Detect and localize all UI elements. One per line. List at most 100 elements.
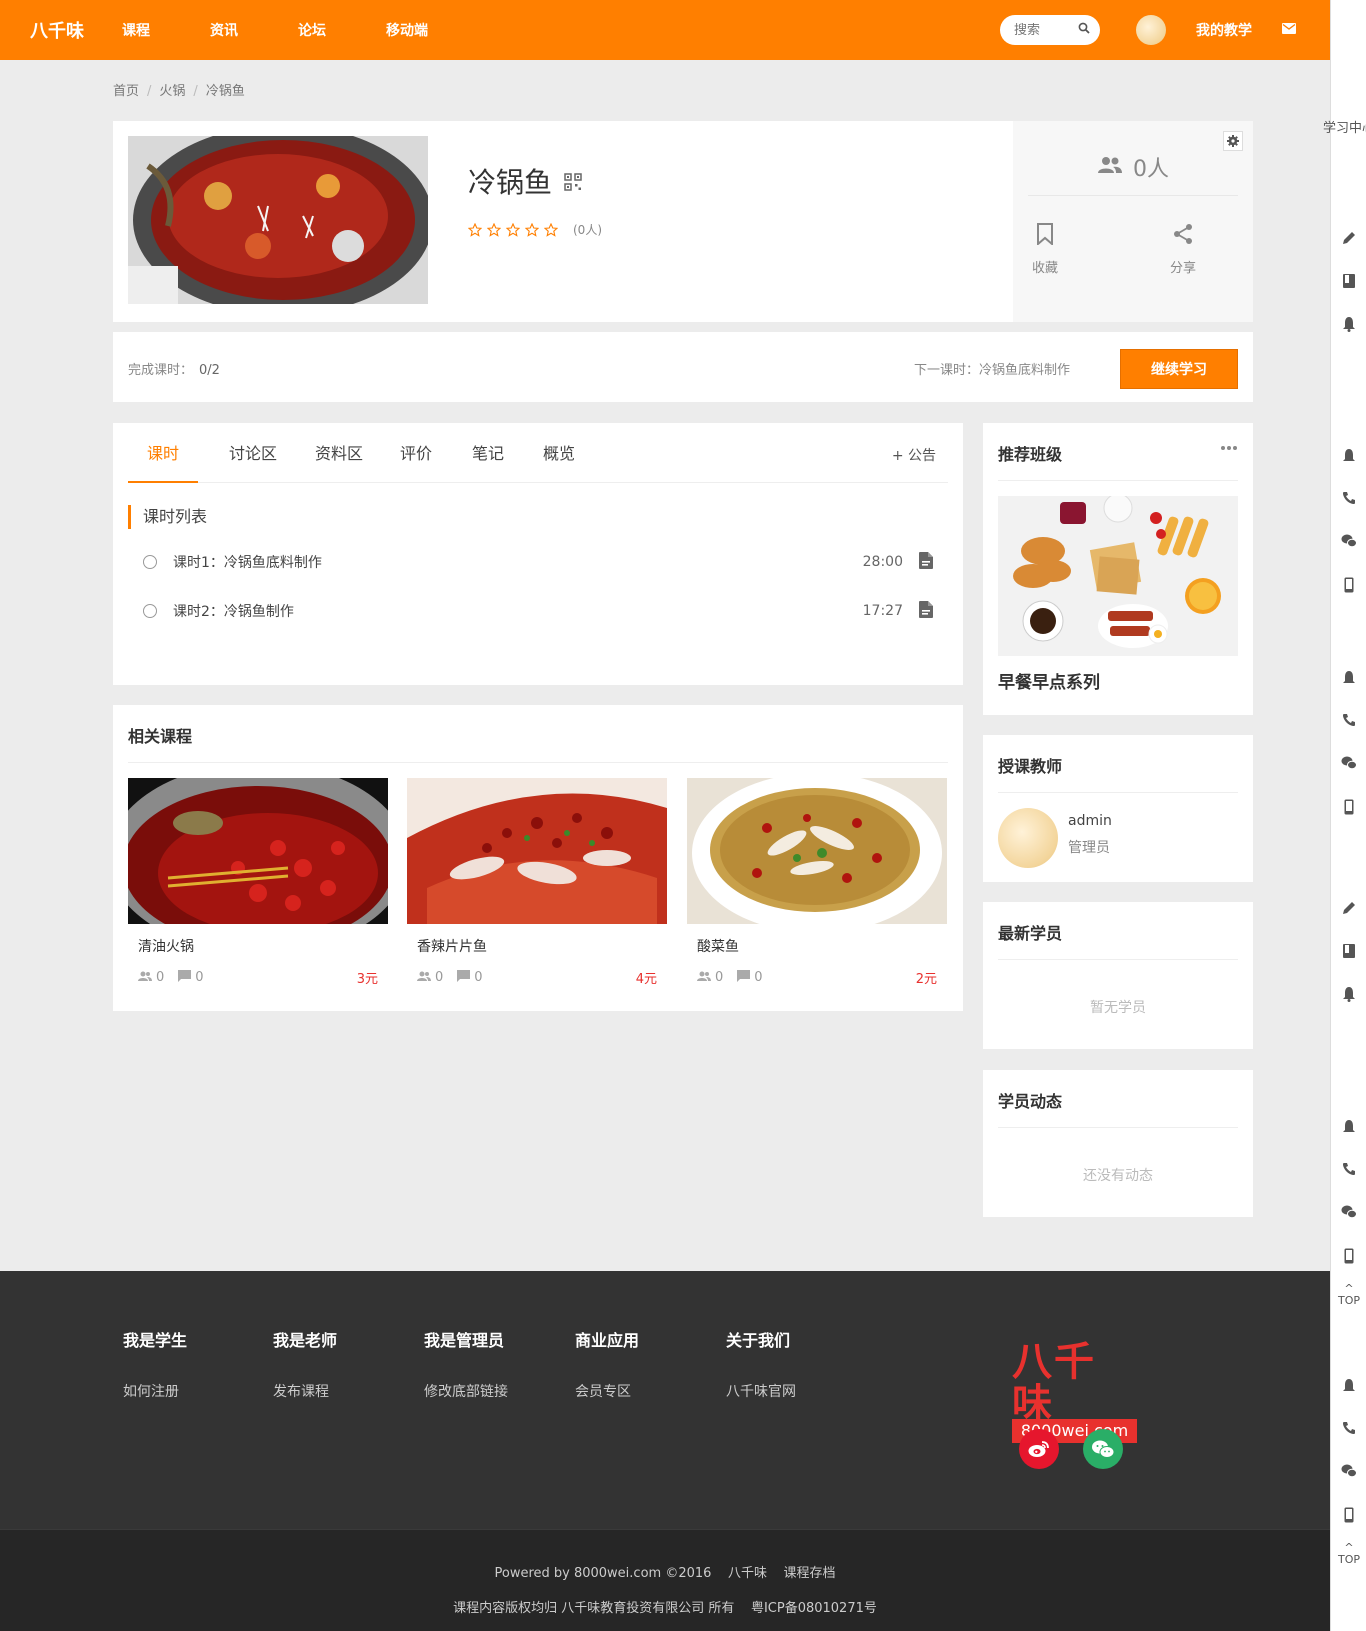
teacher-avatar[interactable] bbox=[998, 808, 1058, 868]
footer-link[interactable]: 会员专区 bbox=[575, 1381, 639, 1401]
lesson-item[interactable]: 课时1：冷锅鱼底料制作 28:00 bbox=[143, 550, 933, 574]
next-lesson[interactable]: 下一课时：冷锅鱼底料制作 bbox=[914, 359, 1070, 378]
tab-lessons[interactable]: 课时 bbox=[128, 423, 198, 483]
teacher-name[interactable]: admin bbox=[1068, 813, 1112, 829]
my-teaching-link[interactable]: 我的教学 bbox=[1196, 20, 1252, 40]
phone-icon[interactable] bbox=[1331, 1421, 1366, 1435]
course-thumbnail[interactable] bbox=[128, 778, 388, 924]
footer-link[interactable]: 如何注册 bbox=[123, 1381, 187, 1401]
star-icon bbox=[468, 222, 482, 237]
gear-icon[interactable] bbox=[1223, 131, 1243, 151]
favorite-button[interactable]: 收藏 bbox=[1015, 223, 1075, 276]
bell-icon[interactable] bbox=[1331, 316, 1366, 332]
course-price: 2元 bbox=[915, 972, 937, 987]
breadcrumb-current: 冷锅鱼 bbox=[205, 84, 245, 99]
mobile-icon[interactable] bbox=[1331, 1248, 1366, 1264]
footer-column-heading: 我是学生 bbox=[123, 1331, 188, 1350]
top-label: TOP bbox=[1337, 1553, 1360, 1566]
footer-link[interactable]: 八千味官网 bbox=[726, 1381, 796, 1401]
qq-icon[interactable] bbox=[1331, 1378, 1366, 1394]
tab-discussion[interactable]: 讨论区 bbox=[218, 423, 288, 483]
mail-icon[interactable] bbox=[1282, 22, 1296, 38]
completed-value: 0/2 bbox=[199, 363, 220, 378]
footer-link[interactable]: 修改底部链接 bbox=[424, 1381, 508, 1401]
lesson-item[interactable]: 课时2：冷锅鱼制作 17:27 bbox=[143, 599, 933, 623]
nav-forum[interactable]: 论坛 bbox=[298, 20, 326, 40]
tab-notes[interactable]: 笔记 bbox=[463, 423, 513, 483]
comment-icon bbox=[737, 969, 751, 986]
qq-icon[interactable] bbox=[1331, 448, 1366, 464]
course-cover-image bbox=[128, 136, 428, 304]
class-name[interactable]: 早餐早点系列 bbox=[998, 668, 1100, 693]
footer-link[interactable]: 发布课程 bbox=[273, 1381, 337, 1401]
bell-icon[interactable] bbox=[1331, 986, 1366, 1002]
related-course-card[interactable]: 酸菜鱼 0 0 2元 bbox=[687, 778, 947, 987]
nav-courses[interactable]: 课程 bbox=[122, 20, 150, 40]
icp-number[interactable]: 粤ICP备08010271号 bbox=[751, 1601, 877, 1616]
student-count-value: 0人 bbox=[1133, 157, 1169, 182]
phone-icon[interactable] bbox=[1331, 713, 1366, 727]
lesson-title[interactable]: 课时1：冷锅鱼底料制作 bbox=[173, 552, 322, 572]
course-thumbnail[interactable] bbox=[687, 778, 947, 924]
back-to-top-button[interactable]: ^ TOP bbox=[1331, 1542, 1366, 1566]
wechat-icon[interactable] bbox=[1331, 1464, 1366, 1478]
footer-column: 我是学生 如何注册 bbox=[123, 1327, 187, 1401]
share-button[interactable]: 分享 bbox=[1153, 223, 1213, 276]
user-avatar[interactable] bbox=[1136, 15, 1166, 45]
completed-label: 完成课时： bbox=[128, 363, 194, 378]
related-course-card[interactable]: 清油火锅 0 0 3元 bbox=[128, 778, 388, 987]
document-icon bbox=[919, 600, 933, 622]
phone-icon[interactable] bbox=[1331, 491, 1366, 505]
course-name[interactable]: 清油火锅 bbox=[138, 936, 388, 956]
breadcrumb-home[interactable]: 首页 bbox=[113, 84, 139, 99]
course-thumbnail[interactable] bbox=[407, 778, 667, 924]
qq-icon[interactable] bbox=[1331, 670, 1366, 686]
weibo-icon[interactable] bbox=[1019, 1429, 1059, 1469]
mobile-icon[interactable] bbox=[1331, 799, 1366, 815]
mobile-icon[interactable] bbox=[1331, 1507, 1366, 1523]
wechat-icon[interactable] bbox=[1331, 1205, 1366, 1219]
study-center-char: 心 bbox=[1362, 118, 1366, 139]
book-icon[interactable] bbox=[1331, 273, 1366, 289]
new-students-heading: 最新学员 bbox=[998, 924, 1063, 943]
nav-mobile[interactable]: 移动端 bbox=[386, 20, 428, 40]
comment-count: 0 bbox=[195, 970, 204, 985]
add-notice-button[interactable]: + 公告 bbox=[892, 445, 936, 465]
course-title: 冷锅鱼 bbox=[468, 166, 553, 199]
no-students-text: 暂无学员 bbox=[1090, 1000, 1146, 1016]
wechat-icon[interactable] bbox=[1331, 756, 1366, 770]
wechat-icon[interactable] bbox=[1083, 1429, 1123, 1469]
continue-learning-button[interactable]: 继续学习 bbox=[1120, 349, 1238, 389]
course-name[interactable]: 酸菜鱼 bbox=[697, 936, 947, 956]
course-archive-link[interactable]: 课程存档 bbox=[783, 1566, 835, 1581]
back-to-top-button[interactable]: ^ TOP bbox=[1331, 1283, 1366, 1307]
nav-news[interactable]: 资讯 bbox=[210, 20, 238, 40]
class-cover-image[interactable] bbox=[998, 496, 1238, 656]
more-icon[interactable] bbox=[1220, 439, 1238, 455]
powered-by: Powered by 8000wei.com ©2016 bbox=[494, 1566, 712, 1581]
book-icon[interactable] bbox=[1331, 943, 1366, 959]
tab-materials[interactable]: 资料区 bbox=[304, 423, 374, 483]
breadcrumb-category[interactable]: 火锅 bbox=[159, 84, 185, 99]
search-icon[interactable] bbox=[1078, 22, 1090, 38]
wechat-icon[interactable] bbox=[1331, 534, 1366, 548]
site-logo[interactable]: 八千味 bbox=[30, 17, 122, 43]
qq-icon[interactable] bbox=[1331, 1119, 1366, 1135]
search-input[interactable] bbox=[1014, 22, 1074, 38]
course-name[interactable]: 香辣片片鱼 bbox=[417, 936, 667, 956]
lesson-title[interactable]: 课时2：冷锅鱼制作 bbox=[173, 601, 294, 621]
phone-icon[interactable] bbox=[1331, 1162, 1366, 1176]
footer-brand-link[interactable]: 八千味 bbox=[728, 1566, 767, 1581]
study-center-link[interactable]: 学 习 中 心 bbox=[1323, 118, 1366, 139]
tab-overview[interactable]: 概览 bbox=[534, 423, 584, 483]
users-icon bbox=[1097, 155, 1133, 180]
tab-reviews[interactable]: 评价 bbox=[391, 423, 441, 483]
qrcode-icon[interactable] bbox=[564, 165, 582, 198]
footer-column-heading: 我是老师 bbox=[273, 1331, 338, 1350]
mobile-icon[interactable] bbox=[1331, 577, 1366, 593]
related-courses-heading: 相关课程 bbox=[128, 727, 193, 746]
related-course-card[interactable]: 香辣片片鱼 0 0 4元 bbox=[407, 778, 667, 987]
pencil-icon[interactable] bbox=[1331, 230, 1366, 246]
search-box[interactable] bbox=[1000, 15, 1100, 45]
pencil-icon[interactable] bbox=[1331, 900, 1366, 916]
